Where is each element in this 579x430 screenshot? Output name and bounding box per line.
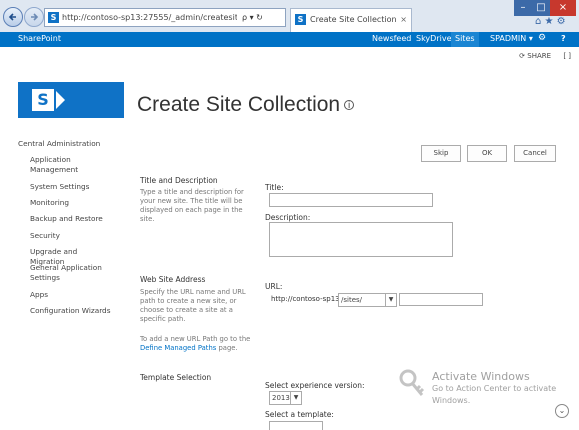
- forward-button[interactable]: [24, 7, 44, 27]
- chevron-down-icon: ▼: [290, 392, 301, 404]
- address-url: http://contoso-sp13:27555/_admin/creates…: [62, 13, 237, 22]
- nav-item-monitoring[interactable]: Monitoring: [30, 198, 112, 208]
- address-controls[interactable]: ρ ▾ ↻: [242, 9, 263, 26]
- site-url-input[interactable]: [399, 293, 483, 306]
- section-heading-title-description: Title and Description: [140, 176, 218, 185]
- skip-button[interactable]: Skip: [421, 145, 461, 162]
- nav-item-configuration-wizards[interactable]: Configuration Wizards: [30, 306, 112, 316]
- browser-toolbar-icons[interactable]: ⌂ ★ ⚙: [535, 16, 566, 27]
- hint-prefix: To add a new URL Path go to the: [140, 335, 251, 343]
- managed-paths-hint: To add a new URL Path go to the Define M…: [140, 335, 260, 353]
- logo-letter: S: [32, 89, 54, 111]
- nav-item-apps[interactable]: Apps: [30, 290, 112, 300]
- nav-item-system-settings[interactable]: System Settings: [30, 182, 112, 192]
- tab-favicon-icon: S: [295, 14, 306, 25]
- section-description-address: Specify the URL name and URL path to cre…: [140, 288, 246, 323]
- watermark-title: Activate Windows: [432, 370, 530, 383]
- managed-path-select[interactable]: /sites/ ▼: [338, 293, 397, 307]
- sharepoint-favicon-icon: S: [48, 12, 59, 23]
- forward-arrow-icon: [31, 13, 39, 21]
- template-label: Select a template:: [265, 410, 334, 419]
- url-label: URL:: [265, 282, 283, 291]
- nav-item-security[interactable]: Security: [30, 231, 112, 241]
- version-label: Select experience version:: [265, 381, 365, 390]
- section-description-title: Type a title and description for your ne…: [140, 188, 244, 223]
- description-label: Description:: [265, 213, 311, 222]
- hint-suffix: page.: [218, 344, 238, 352]
- back-button[interactable]: [3, 7, 23, 27]
- share-row: ⟳ SHARE [ ]: [519, 52, 571, 60]
- back-arrow-icon: [8, 13, 16, 21]
- info-icon[interactable]: i: [344, 100, 355, 111]
- title-label: Title:: [265, 183, 284, 192]
- version-select[interactable]: 2013 ▼: [269, 391, 302, 405]
- maximize-button[interactable]: □: [532, 0, 550, 16]
- page-title-text: Create Site Collection: [137, 93, 341, 116]
- nav-item-application-management[interactable]: Application Management: [30, 155, 112, 175]
- watermark-line2: Windows.: [432, 396, 471, 405]
- cancel-button[interactable]: Cancel: [514, 145, 556, 162]
- sharepoint-logo[interactable]: S: [18, 82, 124, 118]
- focus-icon[interactable]: [ ]: [563, 52, 571, 60]
- settings-gear-icon[interactable]: ⚙: [538, 33, 546, 43]
- watermark-line1: Go to Action Center to activate: [432, 384, 557, 393]
- page-title: Create Site Collection i: [137, 93, 355, 117]
- logo-arrow-icon: [56, 91, 65, 109]
- define-managed-paths-link[interactable]: Define Managed Paths: [140, 344, 216, 352]
- close-window-button[interactable]: ×: [550, 0, 576, 16]
- user-menu[interactable]: SPADMIN ▾: [490, 34, 533, 43]
- browser-tab[interactable]: S Create Site Collection ×: [290, 8, 412, 33]
- section-heading-web-address: Web Site Address: [140, 275, 206, 284]
- key-icon: [399, 369, 425, 396]
- sync-icon[interactable]: ⟳: [519, 52, 525, 60]
- section-heading-template: Template Selection: [140, 373, 212, 382]
- address-bar[interactable]: S http://contoso-sp13:27555/_admin/creat…: [44, 8, 286, 27]
- version-value: 2013: [272, 394, 290, 402]
- description-textarea[interactable]: [269, 222, 453, 257]
- tab-close-icon[interactable]: ×: [400, 9, 407, 31]
- share-button[interactable]: SHARE: [527, 52, 551, 60]
- title-input[interactable]: [269, 193, 433, 207]
- ok-button[interactable]: OK: [467, 145, 507, 162]
- suite-link-sites[interactable]: Sites: [451, 32, 479, 47]
- activate-windows-watermark: Activate Windows Go to Action Center to …: [432, 371, 556, 407]
- suite-link-newsfeed[interactable]: Newsfeed: [372, 34, 411, 43]
- chevron-down-icon: ▼: [385, 294, 396, 306]
- url-prefix: http://contoso-sp13: [271, 295, 340, 303]
- nav-heading-central-admin[interactable]: Central Administration: [18, 139, 100, 149]
- help-icon[interactable]: ?: [561, 34, 566, 43]
- nav-item-general-app-settings[interactable]: General Application Settings: [30, 263, 112, 283]
- managed-path-value: /sites/: [341, 296, 363, 304]
- minimize-button[interactable]: –: [514, 0, 532, 16]
- nav-item-backup-restore[interactable]: Backup and Restore: [30, 214, 112, 224]
- suite-bar: SharePoint Newsfeed SkyDrive Sites SPADM…: [0, 32, 579, 47]
- tab-title: Create Site Collection: [310, 15, 397, 24]
- suite-link-skydrive[interactable]: SkyDrive: [416, 34, 452, 43]
- scroll-down-icon[interactable]: ⌄: [555, 404, 569, 418]
- sharepoint-brand[interactable]: SharePoint: [18, 34, 61, 43]
